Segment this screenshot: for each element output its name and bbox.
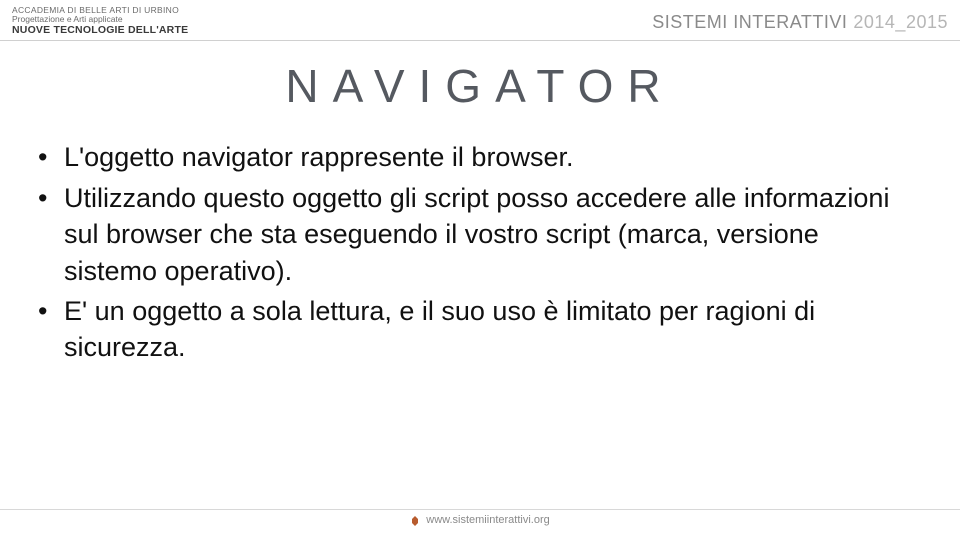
logo-icon <box>410 514 420 526</box>
slide-title: NAVIGATOR <box>0 59 960 113</box>
list-item: Utilizzando questo oggetto gli script po… <box>64 180 918 289</box>
course-year: 2014_2015 <box>853 12 948 33</box>
header-left: ACCADEMIA DI BELLE ARTI DI URBINO Proget… <box>12 6 188 36</box>
list-item: L'oggetto navigator rappresente il brows… <box>64 139 918 175</box>
bullet-list: L'oggetto navigator rappresente il brows… <box>64 139 918 366</box>
slide-header: ACCADEMIA DI BELLE ARTI DI URBINO Proget… <box>0 0 960 41</box>
header-right: SISTEMI INTERATTIVI 2014_2015 <box>652 6 948 33</box>
list-item: E' un oggetto a sola lettura, e il suo u… <box>64 293 918 366</box>
slide-footer: www.sistemiinterattivi.org <box>0 509 960 526</box>
course-title: SISTEMI INTERATTIVI <box>652 12 847 33</box>
institution-line-3: NUOVE TECNOLOGIE DELL'ARTE <box>12 25 188 37</box>
footer-url: www.sistemiinterattivi.org <box>426 514 549 526</box>
slide-content: L'oggetto navigator rappresente il brows… <box>0 139 960 366</box>
